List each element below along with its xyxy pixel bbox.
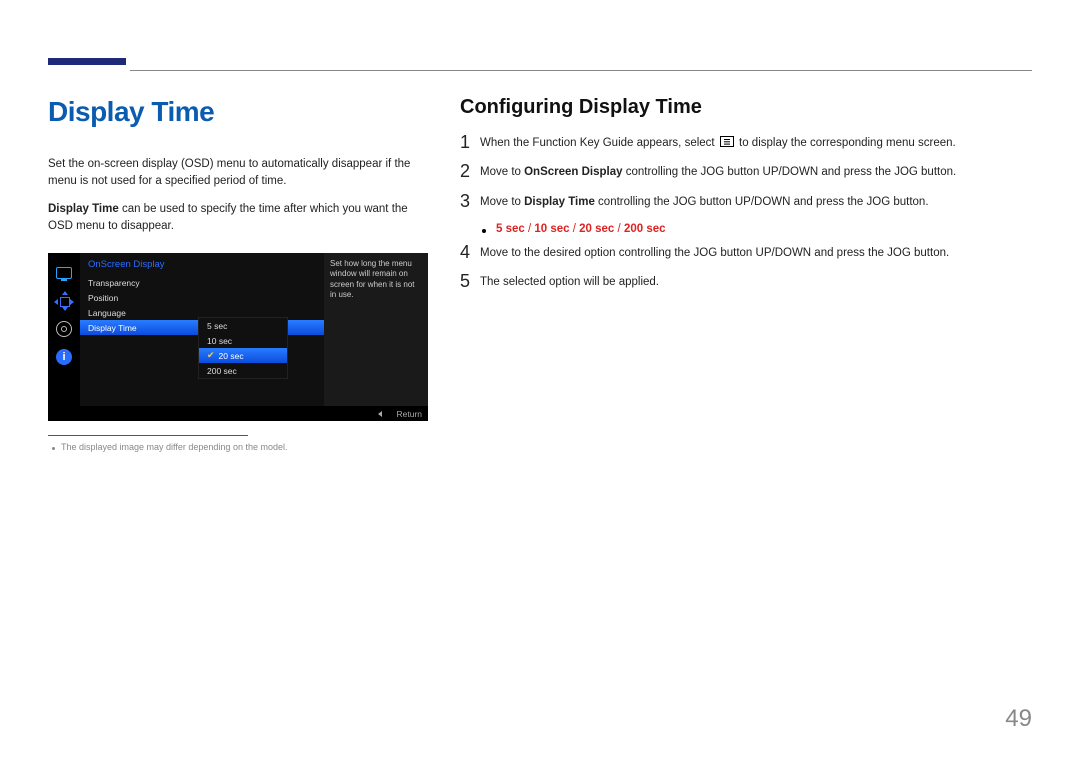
- osd-description: Set how long the menu window will remain…: [324, 253, 428, 406]
- osd-screenshot: i OnScreen Display Transparency On Posit…: [48, 253, 428, 421]
- options-highlight: 5 sec / 10 sec / 20 sec / 200 sec: [496, 223, 666, 235]
- step-5: 5 The selected option will be applied.: [460, 274, 1032, 291]
- osd-submenu-label: 200 sec: [207, 366, 237, 376]
- step-2: 2 Move to OnScreen Display controlling t…: [460, 164, 1032, 181]
- check-icon: ✔: [207, 350, 215, 361]
- step-text: Move to: [480, 196, 524, 208]
- left-column: Display Time Set the on-screen display (…: [48, 96, 440, 452]
- step-3: 3 Move to Display Time controlling the J…: [460, 194, 1032, 211]
- section-title: Display Time: [48, 96, 420, 128]
- menu-icon: [720, 136, 734, 147]
- option-value: 20 sec: [579, 223, 614, 235]
- osd-submenu: 5 sec 10 sec ✔ 20 sec 200 sec: [198, 317, 288, 379]
- option-value: 5 sec: [496, 223, 525, 235]
- step-text: Move to: [480, 166, 524, 178]
- step-body: When the Function Key Guide appears, sel…: [480, 135, 1032, 152]
- steps-list: 1 When the Function Key Guide appears, s…: [460, 135, 1032, 291]
- intro-paragraph-2: Display Time can be used to specify the …: [48, 201, 420, 236]
- bullet-icon: [52, 447, 55, 450]
- manual-page: Display Time Set the on-screen display (…: [0, 0, 1080, 763]
- osd-submenu-label: 10 sec: [207, 336, 232, 346]
- step-body: Move to Display Time controlling the JOG…: [480, 194, 1032, 211]
- footnote: The displayed image may differ depending…: [48, 442, 420, 452]
- gear-icon: [54, 319, 74, 339]
- osd-footer: Return: [80, 406, 428, 421]
- step-body: The selected option will be applied.: [480, 274, 1032, 291]
- header-rule: [130, 70, 1032, 71]
- header-accent-bar: [48, 58, 126, 65]
- osd-submenu-item-selected: ✔ 20 sec: [199, 348, 287, 363]
- option-value: 200 sec: [624, 223, 666, 235]
- triangle-left-icon: [378, 411, 382, 417]
- step-text: controlling the JOG button UP/DOWN and p…: [595, 196, 929, 208]
- osd-submenu-item: 10 sec: [199, 333, 287, 348]
- osd-submenu-label: 20 sec: [219, 351, 244, 361]
- step-text: to display the corresponding menu screen…: [736, 137, 956, 149]
- options-line: 5 sec / 10 sec / 20 sec / 200 sec: [482, 223, 1032, 235]
- step-text: controlling the JOG button UP/DOWN and p…: [623, 166, 957, 178]
- step-number: 4: [460, 243, 480, 261]
- step-body: Move to the desired option controlling t…: [480, 245, 1032, 262]
- info-icon: i: [54, 347, 74, 367]
- step-body: Move to OnScreen Display controlling the…: [480, 164, 1032, 181]
- step-4: 4 Move to the desired option controlling…: [460, 245, 1032, 262]
- option-value: 10 sec: [534, 223, 569, 235]
- bullet-icon: [482, 229, 486, 233]
- right-column: Configuring Display Time 1 When the Func…: [440, 96, 1032, 452]
- step-strong: OnScreen Display: [524, 166, 622, 178]
- monitor-icon: [54, 263, 74, 283]
- osd-submenu-label: 5 sec: [207, 321, 227, 331]
- step-number: 1: [460, 133, 480, 151]
- step-1: 1 When the Function Key Guide appears, s…: [460, 135, 1032, 152]
- step-number: 5: [460, 272, 480, 290]
- step-number: 2: [460, 162, 480, 180]
- intro-strong: Display Time: [48, 203, 119, 215]
- step-number: 3: [460, 192, 480, 210]
- intro-paragraph-1: Set the on-screen display (OSD) menu to …: [48, 156, 420, 191]
- osd-sidebar: i: [48, 253, 80, 421]
- step-strong: Display Time: [524, 196, 595, 208]
- footnote-text: The displayed image may differ depending…: [61, 442, 287, 452]
- move-icon: [54, 291, 74, 311]
- osd-submenu-item: 200 sec: [199, 363, 287, 378]
- footnote-rule: [48, 435, 248, 436]
- step-text: When the Function Key Guide appears, sel…: [480, 137, 718, 149]
- osd-submenu-item: 5 sec: [199, 318, 287, 333]
- page-number: 49: [1005, 705, 1032, 733]
- osd-return-label: Return: [396, 409, 422, 419]
- subsection-title: Configuring Display Time: [460, 96, 1032, 119]
